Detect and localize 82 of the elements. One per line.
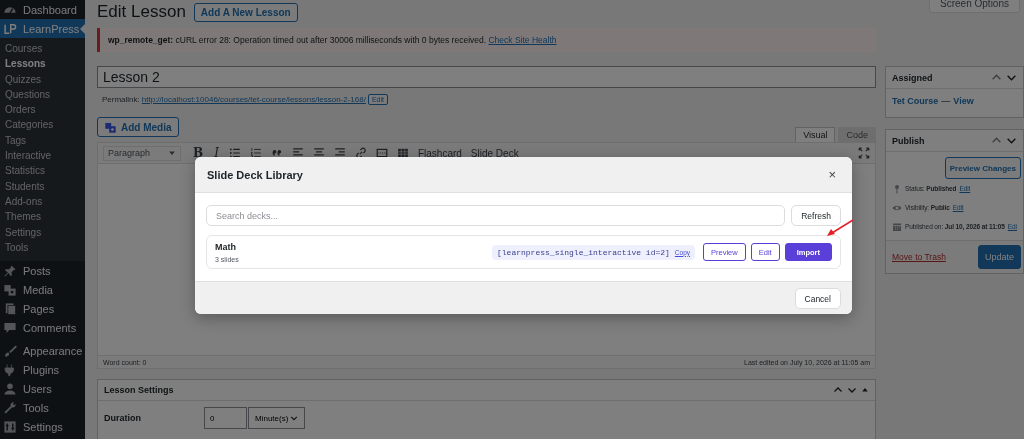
user-icon xyxy=(3,381,17,396)
submenu-item[interactable]: Lessons xyxy=(0,56,85,72)
separator-dash: — xyxy=(941,96,951,106)
duration-field[interactable]: 0 xyxy=(204,407,247,429)
close-button[interactable]: × xyxy=(824,167,840,182)
sidebar-item[interactable]: Pages xyxy=(0,299,85,319)
add-media-button[interactable]: Add Media xyxy=(97,117,179,137)
submenu-item[interactable]: Interactive xyxy=(0,148,85,164)
bulleted-list-icon[interactable] xyxy=(228,147,241,159)
preview-changes-button[interactable]: Preview Changes xyxy=(944,157,1021,179)
submenu-item[interactable]: Settings xyxy=(0,224,85,240)
update-button[interactable]: Update xyxy=(977,245,1021,269)
view-link[interactable]: View xyxy=(953,96,974,106)
pointer-arrow xyxy=(827,219,854,236)
screen-options-button[interactable]: Screen Options xyxy=(929,0,1020,13)
editor-tab[interactable]: Code xyxy=(838,127,876,142)
media-icon xyxy=(104,120,117,134)
caret-icon xyxy=(168,149,177,157)
sidebar-item[interactable]: Media xyxy=(0,280,85,300)
toolbar-button[interactable]: Slide Deck xyxy=(468,147,521,159)
deck-name: Math xyxy=(215,241,237,252)
permalink-label: Permalink: xyxy=(102,94,140,104)
modal-title: Slide Deck Library xyxy=(207,168,303,181)
italic-button[interactable]: I xyxy=(211,146,222,160)
sidebar-item[interactable]: Dashboard xyxy=(0,0,85,19)
chevron-down-icon xyxy=(290,414,299,422)
sidebar-item[interactable]: Plugins xyxy=(0,360,85,380)
sidebar-item[interactable]: Appearance xyxy=(0,341,85,361)
toolbar-button[interactable]: Flashcard xyxy=(415,147,464,159)
pin-icon xyxy=(892,183,902,194)
paintbrush-icon xyxy=(3,343,17,358)
sidebar-item[interactable]: Settings xyxy=(0,417,85,437)
cancel-button[interactable]: Cancel xyxy=(794,288,841,309)
plug-icon xyxy=(3,362,17,377)
add-lesson-button[interactable]: Add A New Lesson xyxy=(193,2,298,22)
course-link[interactable]: Tet Course xyxy=(892,96,939,106)
permalink-url[interactable]: http://localhost:10046/courses/tet-course/lessons/lesson-2-168/ xyxy=(141,94,366,104)
fullscreen-icon[interactable] xyxy=(858,147,870,159)
link-icon[interactable] xyxy=(354,147,367,159)
submenu-item[interactable]: Tags xyxy=(0,132,85,149)
blockquote-icon[interactable] xyxy=(270,147,283,159)
title-field[interactable]: Lesson 2 xyxy=(97,66,876,88)
search-field[interactable]: Search decks... xyxy=(206,205,786,226)
submenu-item[interactable]: Students xyxy=(0,178,85,194)
field-label: Duration xyxy=(104,413,142,423)
format-select[interactable]: Paragraph xyxy=(103,145,182,161)
submenu-item[interactable]: Themes xyxy=(0,209,85,225)
sidebar-item[interactable]: Tools xyxy=(0,398,85,418)
numbered-list-icon[interactable] xyxy=(249,147,262,159)
settings-icon xyxy=(3,419,17,434)
submenu-item[interactable]: Courses xyxy=(0,41,85,57)
sidebar-item[interactable]: Posts xyxy=(0,261,85,281)
sidebar-item[interactable]: Comments xyxy=(0,318,85,338)
unit-select[interactable]: Minute(s) xyxy=(248,407,306,429)
sidebar-item[interactable]: LearnPress xyxy=(0,19,85,38)
move-to-trash-link[interactable]: Move to Trash xyxy=(892,252,946,262)
media-icon xyxy=(3,282,17,297)
pages-icon xyxy=(3,301,17,316)
bold-button[interactable]: B xyxy=(190,146,207,160)
chevron-down-icon xyxy=(847,385,857,395)
refresh-button[interactable]: Refresh xyxy=(791,205,841,226)
shortcode-text: [learnpress_single_interactive id=2] xyxy=(497,247,670,257)
submenu-item[interactable]: Statistics xyxy=(0,163,85,179)
submenu-item[interactable]: Add-ons xyxy=(0,193,85,210)
panel-title: Assigned xyxy=(892,72,933,83)
submenu-item[interactable]: Orders xyxy=(0,102,85,118)
notice-text: wp_remote_get: cURL error 28: Operation timed out after 30006 milliseconds with 0 bytes received. Check Site Health xyxy=(108,35,557,45)
pushpin-icon xyxy=(3,263,17,278)
site-health-link[interactable]: Check Site Health xyxy=(488,35,557,45)
submenu-item[interactable]: Categories xyxy=(0,117,85,133)
sidebar-item[interactable]: Users xyxy=(0,379,85,399)
wrench-icon xyxy=(3,400,17,415)
calendar-icon xyxy=(892,221,902,232)
triangle-icon xyxy=(861,386,869,394)
editor-tab[interactable]: Visual xyxy=(795,127,836,142)
submenu-item[interactable]: Tools xyxy=(0,239,85,256)
panel-title: Publish xyxy=(892,135,925,146)
submenu-item[interactable]: Quizzes xyxy=(0,71,85,87)
panel-title: Lesson Settings xyxy=(104,385,174,395)
submenu-item[interactable]: Questions xyxy=(0,86,85,103)
page-title: Edit Lesson xyxy=(97,2,186,22)
speech-bubble-icon xyxy=(3,320,17,335)
